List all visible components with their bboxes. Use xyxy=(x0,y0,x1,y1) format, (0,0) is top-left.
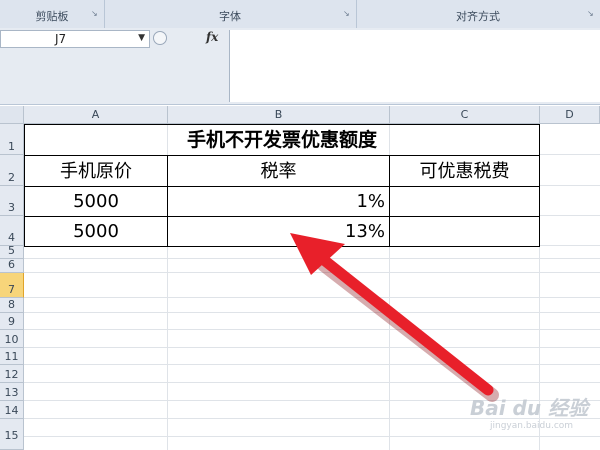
watermark-logo: Bai du 经验 jingyan.baidu.com xyxy=(470,396,589,431)
arrow-shaft xyxy=(318,254,494,396)
annotation-arrow-icon xyxy=(290,233,499,402)
